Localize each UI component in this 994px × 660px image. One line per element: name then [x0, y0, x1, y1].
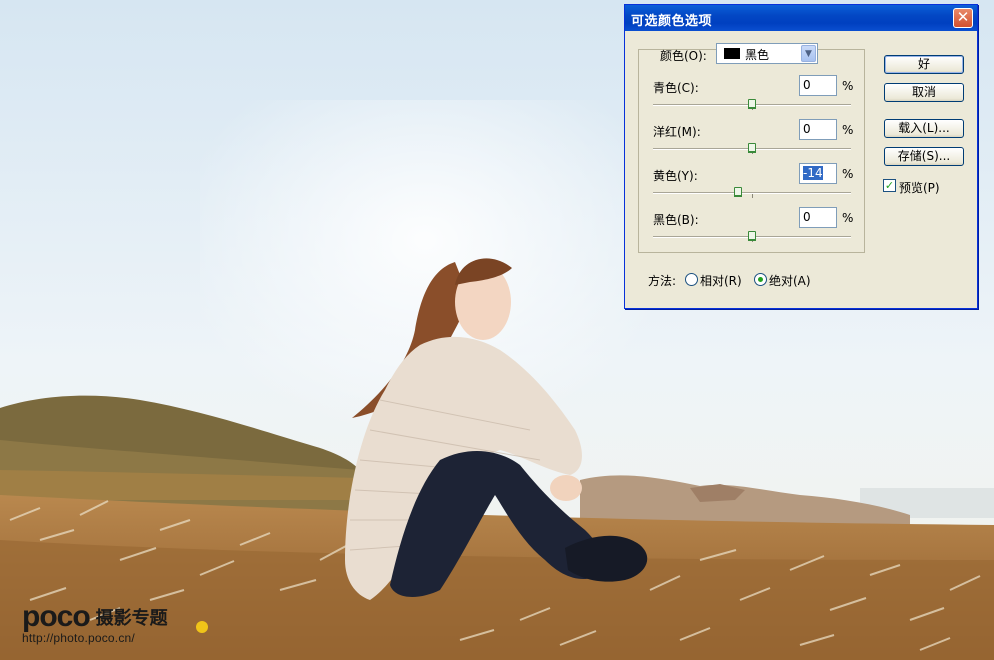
selective-color-dialog: 可选颜色选项 ✕ 颜色(O): 黑色 ▼ 青色(C): 0 % 洋红(M): 0… [624, 4, 978, 309]
watermark-title: 摄影专题 [95, 608, 168, 629]
cyan-percent: % [842, 79, 854, 93]
magenta-slider-thumb[interactable] [748, 143, 756, 153]
yellow-slider-center-tick [752, 194, 753, 198]
magenta-value: 0 [803, 122, 811, 136]
close-button[interactable]: ✕ [953, 8, 973, 28]
magenta-percent: % [842, 123, 854, 137]
relative-radio[interactable] [685, 273, 698, 286]
colors-dropdown-value: 黑色 [745, 48, 770, 62]
yellow-percent: % [842, 167, 854, 181]
cyan-label: 青色(C): [653, 81, 699, 95]
yellow-value: -14 [803, 166, 823, 180]
load-button[interactable]: 载入(L)... [884, 119, 964, 138]
save-button[interactable]: 存储(S)... [884, 147, 964, 166]
color-swatch [724, 48, 740, 59]
absolute-radio-label[interactable]: 绝对(A) [769, 272, 811, 289]
black-input[interactable]: 0 [799, 207, 837, 228]
black-slider-thumb[interactable] [748, 231, 756, 241]
ok-button[interactable]: 好 [884, 55, 964, 74]
black-value: 0 [803, 210, 811, 224]
close-icon: ✕ [956, 8, 970, 26]
yellow-label: 黄色(Y): [653, 169, 698, 183]
colors-dropdown[interactable]: 黑色 ▼ [716, 43, 818, 64]
magenta-input[interactable]: 0 [799, 119, 837, 140]
cyan-slider-thumb[interactable] [748, 99, 756, 109]
chevron-down-icon[interactable]: ▼ [801, 45, 816, 62]
preview-checkbox[interactable]: ✓ [883, 179, 896, 192]
cyan-input[interactable]: 0 [799, 75, 837, 96]
cyan-value: 0 [803, 78, 811, 92]
method-label: 方法: [648, 274, 677, 288]
colors-label: 颜色(O): [660, 49, 707, 63]
relative-radio-label[interactable]: 相对(R) [700, 272, 742, 289]
black-percent: % [842, 211, 854, 225]
cancel-button[interactable]: 取消 [884, 83, 964, 102]
preview-label[interactable]: 预览(P) [899, 179, 940, 196]
yellow-input[interactable]: -14 [799, 163, 837, 184]
absolute-radio[interactable] [754, 273, 767, 286]
magenta-label: 洋红(M): [653, 125, 701, 139]
poco-logo: poco [22, 600, 91, 633]
watermark-url: http://photo.poco.cn/ [22, 631, 135, 645]
dialog-title: 可选颜色选项 [631, 14, 713, 29]
yellow-slider-thumb[interactable] [734, 187, 743, 197]
black-label: 黑色(B): [653, 213, 699, 227]
poco-watermark: poco 摄影专题 http://photo.poco.cn/ [22, 600, 168, 646]
checkmark-icon: ✓ [884, 179, 895, 192]
dialog-titlebar[interactable]: 可选颜色选项 ✕ [625, 5, 977, 31]
